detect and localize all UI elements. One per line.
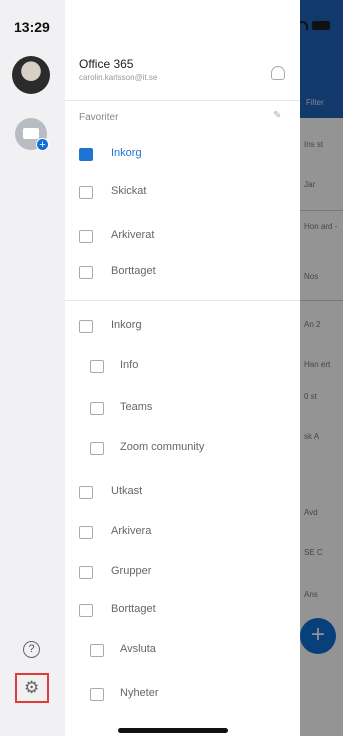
folder-label: Inkorg (111, 319, 142, 331)
folder-item-avsluta[interactable]: Avsluta (65, 632, 300, 668)
folder-item-deleted-favorite[interactable]: Borttaget (65, 254, 300, 290)
folder-drawer: Office 365 carolin.karlsson@it.se Favori… (65, 0, 300, 736)
drawer-scrim[interactable] (300, 0, 343, 736)
folder-icon (90, 688, 104, 701)
folder-label: Arkivera (111, 525, 152, 537)
edit-icon[interactable]: ✎ (273, 110, 281, 121)
folder-icon (90, 360, 104, 373)
send-icon (79, 186, 93, 199)
folder-icon (90, 442, 104, 455)
mail-icon (23, 128, 39, 139)
folder-label: Teams (120, 401, 153, 413)
trash-icon (79, 604, 93, 617)
folder-item-archived[interactable]: Arkiverat (65, 218, 300, 254)
status-time: 13:29 (14, 19, 50, 35)
folder-item-deleted[interactable]: Borttaget (65, 592, 300, 628)
archive-icon (79, 526, 93, 539)
folder-label: Info (120, 359, 139, 371)
folder-label: Utkast (111, 485, 143, 497)
divider (65, 100, 300, 101)
archive-icon (79, 230, 93, 243)
battery-icon (312, 21, 330, 30)
folder-item-drafts[interactable]: Utkast (65, 474, 300, 510)
folder-item-sent[interactable]: Skickat (65, 174, 300, 210)
folder-label: Arkiverat (111, 229, 155, 241)
folder-label: Inkorg (111, 147, 142, 159)
inbox-icon (79, 320, 93, 333)
account-name: Office 365 (79, 57, 134, 71)
folder-item-info[interactable]: Info (65, 348, 300, 384)
folder-item-inbox[interactable]: Inkorg (65, 308, 300, 344)
settings-button[interactable]: ⚙ (15, 673, 49, 703)
add-account-button[interactable]: + (15, 118, 49, 151)
gear-icon: ⚙ (24, 678, 40, 697)
folder-label: Avsluta (120, 643, 156, 655)
folder-label: Skickat (111, 185, 147, 197)
account-email: carolin.karlsson@it.se (79, 73, 158, 82)
folder-label: Borttaget (111, 603, 156, 615)
account-rail: + ? ⚙ (0, 44, 65, 736)
inbox-icon (79, 148, 93, 161)
folder-icon (90, 644, 104, 657)
folder-label: Grupper (111, 565, 152, 577)
folder-item-inbox-favorite[interactable]: Inkorg (65, 136, 300, 172)
folder-label: Zoom community (120, 441, 205, 453)
folder-item-teams[interactable]: Teams (65, 390, 300, 426)
bell-icon[interactable] (271, 66, 285, 80)
divider (65, 300, 300, 301)
favorites-header: Favoriter (79, 112, 119, 123)
home-indicator (118, 728, 228, 733)
avatar[interactable] (12, 56, 50, 94)
folder-item-groups[interactable]: Grupper (65, 554, 300, 590)
folder-item-zoom-community[interactable]: Zoom community (65, 430, 300, 466)
folder-label: Borttaget (111, 265, 156, 277)
groups-icon (79, 566, 93, 579)
help-icon[interactable]: ? (23, 641, 40, 658)
folder-item-archive[interactable]: Arkivera (65, 514, 300, 550)
plus-icon: + (36, 138, 49, 151)
draft-icon (79, 486, 93, 499)
folder-item-nyheter[interactable]: Nyheter (65, 676, 300, 712)
trash-icon (79, 266, 93, 279)
folder-label: Nyheter (120, 687, 159, 699)
folder-icon (90, 402, 104, 415)
